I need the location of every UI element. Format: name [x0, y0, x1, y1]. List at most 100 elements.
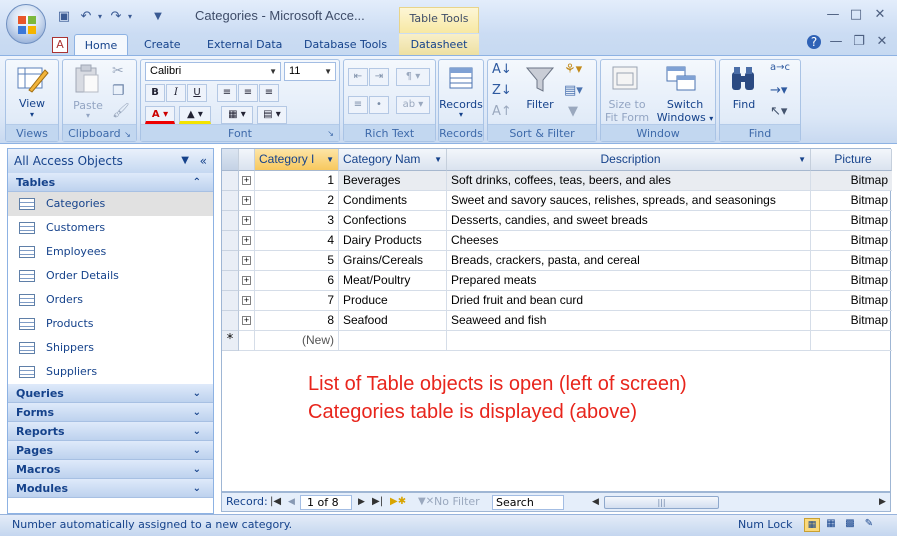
- nav-item-categories[interactable]: Categories: [8, 192, 213, 216]
- font-name-select[interactable]: Calibri ▼: [145, 62, 281, 81]
- cell-picture[interactable]: Bitmap: [811, 191, 892, 211]
- doc-restore-icon[interactable]: ❐: [848, 33, 870, 51]
- cell-picture[interactable]: Bitmap: [811, 291, 892, 311]
- previous-record-icon[interactable]: ◀: [288, 493, 295, 511]
- goto-icon[interactable]: →▾: [770, 83, 787, 98]
- datasheet-view-icon[interactable]: ▦: [804, 518, 820, 532]
- tab-home[interactable]: Home: [74, 34, 128, 56]
- text-direction-icon[interactable]: ¶ ▾: [396, 68, 430, 86]
- cell-description[interactable]: Desserts, candies, and sweet breads: [447, 211, 811, 231]
- row-selector[interactable]: [222, 251, 239, 271]
- save-icon[interactable]: ▣: [56, 9, 72, 25]
- nav-item-order-details[interactable]: Order Details: [8, 264, 213, 288]
- nav-section-tables[interactable]: Tables ⌃: [8, 173, 213, 192]
- replace-icon[interactable]: a→c: [770, 62, 790, 73]
- help-icon[interactable]: ?: [807, 35, 821, 49]
- filter-icon[interactable]: [524, 64, 556, 94]
- nav-section-forms[interactable]: Forms ⌄: [8, 403, 213, 422]
- expand-plus-icon[interactable]: +: [242, 216, 251, 225]
- tab-datasheet[interactable]: Datasheet: [399, 34, 479, 56]
- new-row-selector[interactable]: *: [222, 331, 239, 351]
- new-record-icon[interactable]: ▶✱: [390, 493, 406, 511]
- records-icon[interactable]: [447, 65, 475, 93]
- clear-sort-icon[interactable]: A↑: [492, 104, 512, 119]
- switch-windows-icon[interactable]: [665, 65, 697, 93]
- new-row-name-cell[interactable]: [339, 331, 447, 351]
- column-header-picture[interactable]: Picture: [811, 149, 892, 171]
- expand-plus-icon[interactable]: +: [242, 296, 251, 305]
- first-record-icon[interactable]: |◀: [270, 493, 281, 511]
- filter-status[interactable]: No Filter: [434, 493, 480, 511]
- nav-item-suppliers[interactable]: Suppliers: [8, 360, 213, 384]
- align-right-icon[interactable]: ≡: [259, 84, 279, 102]
- redo-dropdown-icon[interactable]: ▾: [122, 9, 138, 25]
- row-selector[interactable]: [222, 311, 239, 331]
- increase-indent-icon[interactable]: ⇥: [369, 68, 389, 86]
- cell-category-name[interactable]: Condiments: [339, 191, 447, 211]
- search-input[interactable]: Search: [492, 495, 564, 510]
- copy-icon[interactable]: ❐: [112, 83, 125, 99]
- cell-picture[interactable]: Bitmap: [811, 171, 892, 191]
- nav-item-customers[interactable]: Customers: [8, 216, 213, 240]
- italic-icon[interactable]: I: [166, 84, 186, 102]
- cell-category-id[interactable]: 4: [255, 231, 339, 251]
- view-button[interactable]: View: [6, 97, 58, 110]
- close-icon[interactable]: ✕: [869, 6, 891, 24]
- clipboard-launcher-icon[interactable]: ↘: [124, 130, 131, 139]
- cell-description[interactable]: Sweet and savory sauces, relishes, sprea…: [447, 191, 811, 211]
- advanced-filter-icon[interactable]: ▤▾: [564, 83, 583, 98]
- cell-category-id[interactable]: 8: [255, 311, 339, 331]
- office-button[interactable]: [6, 4, 46, 44]
- scroll-right-icon[interactable]: ▶: [879, 493, 886, 511]
- column-header-category-id[interactable]: Category I ▼: [255, 149, 339, 171]
- font-size-select[interactable]: 11 ▼: [284, 62, 336, 81]
- nav-item-orders[interactable]: Orders: [8, 288, 213, 312]
- format-painter-icon[interactable]: 🖌: [112, 103, 130, 119]
- minimize-icon[interactable]: —: [822, 6, 844, 24]
- nav-pane-header[interactable]: All Access Objects ▼ «: [8, 149, 213, 173]
- paste-icon[interactable]: [73, 64, 101, 94]
- pivottable-view-icon[interactable]: ▦: [823, 518, 839, 532]
- doc-minimize-icon[interactable]: —: [825, 33, 847, 51]
- decrease-indent-icon[interactable]: ⇤: [348, 68, 368, 86]
- switch-windows-button[interactable]: Switch Windows ▾: [655, 98, 715, 125]
- row-selector[interactable]: [222, 231, 239, 251]
- cell-category-id[interactable]: 1: [255, 171, 339, 191]
- nav-item-products[interactable]: Products: [8, 312, 213, 336]
- cell-category-id[interactable]: 5: [255, 251, 339, 271]
- cell-category-id[interactable]: 7: [255, 291, 339, 311]
- next-record-icon[interactable]: ▶: [358, 493, 365, 511]
- cell-category-id[interactable]: 6: [255, 271, 339, 291]
- column-header-category-name[interactable]: Category Nam ▼: [339, 149, 447, 171]
- cut-icon[interactable]: ✂: [112, 63, 124, 79]
- horizontal-scrollbar-thumb[interactable]: |||: [604, 496, 719, 509]
- nav-section-modules[interactable]: Modules ⌄: [8, 479, 213, 498]
- cell-description[interactable]: Prepared meats: [447, 271, 811, 291]
- selection-filter-icon[interactable]: ⚘▾: [564, 62, 582, 77]
- last-record-icon[interactable]: ▶|: [372, 493, 383, 511]
- font-size-dropdown-icon[interactable]: ▼: [324, 63, 332, 80]
- nav-section-pages[interactable]: Pages ⌄: [8, 441, 213, 460]
- row-selector[interactable]: [222, 291, 239, 311]
- nav-section-macros[interactable]: Macros ⌄: [8, 460, 213, 479]
- expand-plus-icon[interactable]: +: [242, 316, 251, 325]
- row-selector[interactable]: [222, 191, 239, 211]
- maximize-icon[interactable]: □: [845, 6, 867, 24]
- select-icon[interactable]: ↖▾: [770, 104, 787, 119]
- column-dropdown-icon[interactable]: ▼: [798, 149, 806, 170]
- design-view-icon[interactable]: ✎: [861, 518, 877, 532]
- nav-item-employees[interactable]: Employees: [8, 240, 213, 264]
- alternate-fill-icon[interactable]: ▤ ▾: [257, 106, 287, 124]
- column-dropdown-icon[interactable]: ▼: [434, 149, 442, 170]
- column-dropdown-icon[interactable]: ▼: [326, 149, 334, 170]
- doc-close-icon[interactable]: ✕: [871, 33, 893, 51]
- align-center-icon[interactable]: ≡: [238, 84, 258, 102]
- cell-category-name[interactable]: Produce: [339, 291, 447, 311]
- paste-dropdown-icon[interactable]: ▾: [69, 111, 107, 120]
- nav-pane-collapse-icon[interactable]: «: [200, 149, 207, 173]
- cell-description[interactable]: Breads, crackers, pasta, and cereal: [447, 251, 811, 271]
- find-binoculars-icon[interactable]: [728, 64, 758, 94]
- new-row-description-cell[interactable]: [447, 331, 811, 351]
- cell-description[interactable]: Dried fruit and bean curd: [447, 291, 811, 311]
- expand-plus-icon[interactable]: +: [242, 256, 251, 265]
